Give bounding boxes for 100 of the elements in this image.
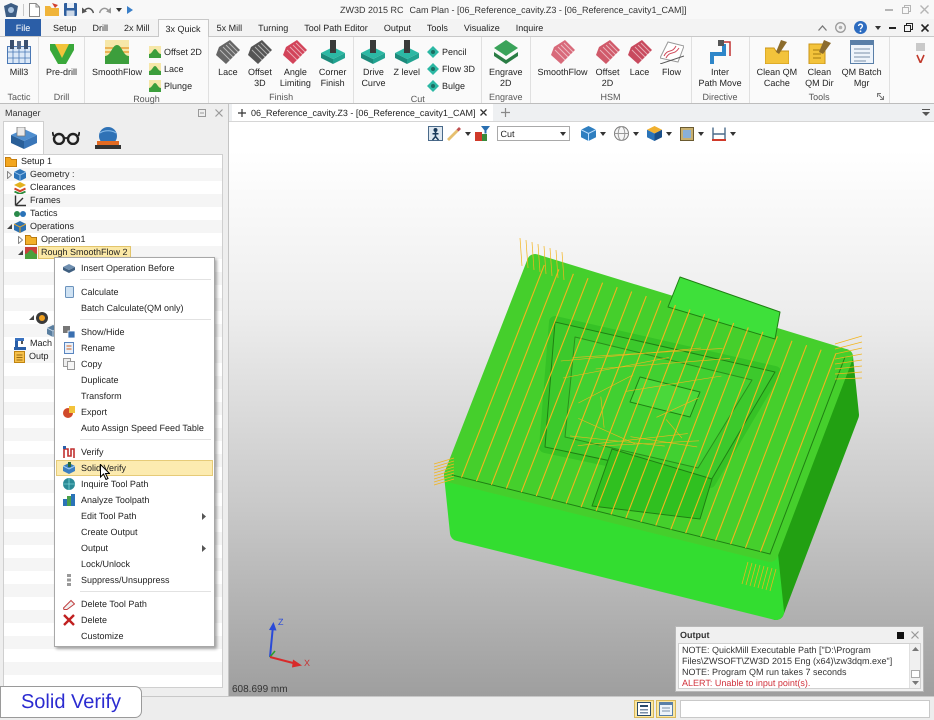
menu-item[interactable]: Customize (56, 628, 213, 644)
ribbon-tool-button[interactable]: Angle Limiting (276, 40, 315, 89)
menu-item[interactable]: Duplicate (56, 372, 213, 388)
picture-frame-icon[interactable] (680, 126, 694, 140)
ribbon-tool-button[interactable]: Offset 2D (592, 40, 624, 89)
tool-icon[interactable] (916, 43, 925, 63)
tree-item[interactable]: Operations (27, 220, 78, 233)
ribbon-tab[interactable]: Turning (250, 19, 296, 36)
overflow-menu-icon[interactable] (922, 109, 930, 116)
ring-icon[interactable] (835, 22, 846, 33)
ribbon-tab[interactable]: Setup (45, 19, 85, 36)
triangle-right-icon[interactable] (127, 6, 133, 14)
scroll-down-icon[interactable] (912, 681, 918, 685)
caret-down-icon[interactable] (600, 132, 606, 136)
new-document-icon[interactable] (29, 2, 40, 16)
ribbon-tab[interactable]: 3x Quick (158, 19, 209, 37)
caret-down-icon[interactable] (730, 132, 736, 136)
menu-item[interactable]: Analyze Toolpath (56, 492, 213, 508)
tree-item[interactable]: Operation1 (38, 233, 89, 246)
dialog-launcher-icon[interactable] (876, 93, 884, 100)
ribbon-tool-button[interactable]: Clean QM Dir (801, 40, 838, 89)
ribbon-tab[interactable]: 2x Mill (116, 19, 158, 36)
ribbon-tool-button[interactable]: Corner Finish (314, 40, 350, 89)
ribbon-tool-button[interactable]: Plunge (146, 77, 205, 94)
ribbon-tool-button[interactable]: Inter Path Move (694, 40, 746, 89)
ribbon-tool-button[interactable]: QM Batch Mgr (838, 40, 886, 89)
menu-item[interactable]: Show/Hide (56, 324, 213, 340)
ribbon-tool-button[interactable]: Pencil (424, 43, 478, 60)
command-input-field[interactable] (680, 700, 930, 718)
ribbon-tool-button[interactable]: SmoothFlow (88, 40, 146, 78)
ribbon-tab[interactable]: Inquire (508, 19, 552, 36)
tree-item[interactable]: Tactics (27, 207, 61, 220)
menu-item[interactable]: Calculate (56, 284, 213, 300)
ribbon-tab[interactable]: Tools (418, 19, 456, 36)
panel-tab[interactable] (3, 121, 44, 154)
ribbon-tool-button[interactable]: Offset 2D (146, 43, 205, 60)
filter-icon[interactable] (474, 126, 490, 141)
menu-item[interactable]: Lock/Unlock (56, 556, 213, 572)
menu-item[interactable]: Delete (56, 612, 213, 628)
undo-icon[interactable] (82, 6, 94, 14)
save-icon[interactable] (64, 3, 77, 16)
ribbon-tool-button[interactable]: Offset 3D (244, 40, 276, 89)
sphere-icon[interactable] (614, 126, 628, 141)
tree-item[interactable]: Mach (27, 337, 56, 350)
toggle-button[interactable] (656, 700, 676, 718)
person-icon[interactable] (428, 126, 442, 141)
ribbon-tool-button[interactable]: Lace (146, 60, 205, 77)
scroll-thumb[interactable] (910, 670, 920, 678)
chevron-up-icon[interactable] (818, 24, 827, 30)
ribbon-tool-button[interactable]: Lace (624, 40, 656, 78)
ribbon-tool-button[interactable]: Flow (656, 40, 688, 78)
collapsed-arrow-icon[interactable] (18, 236, 23, 244)
scrollbar[interactable] (909, 644, 920, 688)
caret-down-icon[interactable] (116, 8, 122, 12)
ribbon-tab[interactable]: Visualize (456, 19, 508, 36)
file-menu-button[interactable]: File (5, 19, 41, 36)
plus-icon[interactable] (501, 108, 510, 117)
ribbon-tool-button[interactable]: Mill3 (3, 40, 35, 78)
menu-item[interactable]: Copy (56, 356, 213, 372)
ribbon-tab[interactable]: Output (376, 19, 419, 36)
ribbon-tool-button[interactable]: Clean QM Cache (752, 40, 802, 89)
menu-item[interactable]: Suppress/Unsuppress (56, 572, 213, 588)
redo-icon[interactable] (99, 6, 111, 14)
expanded-arrow-icon[interactable] (18, 250, 23, 255)
caret-down-icon[interactable] (632, 132, 638, 136)
menu-item[interactable]: Export (56, 404, 213, 420)
ribbon-tool-button[interactable]: SmoothFlow (534, 40, 592, 78)
menu-item[interactable]: Delete Tool Path (56, 596, 213, 612)
caret-down-icon[interactable] (875, 26, 881, 30)
ribbon-tab[interactable]: Tool Path Editor (296, 19, 376, 36)
display-mode-dropdown[interactable]: Cut (496, 126, 570, 141)
menu-item[interactable]: Insert Operation Before (56, 260, 213, 276)
cube-icon[interactable] (580, 126, 596, 141)
document-tab[interactable]: 06_Reference_cavity.Z3 - [06_Reference_cavity1_CAM] (232, 104, 494, 121)
ribbon-tool-button[interactable]: Z level (389, 40, 424, 78)
ribbon-tool-button[interactable]: Bulge (424, 77, 478, 94)
app-logo-icon[interactable] (4, 2, 18, 16)
menu-item[interactable]: Batch Calculate(QM only) (56, 300, 213, 316)
caret-down-icon[interactable] (698, 132, 704, 136)
ribbon-tab[interactable]: Drill (84, 19, 116, 36)
tree-item[interactable]: Frames (27, 194, 64, 207)
menu-item[interactable]: Create Output (56, 524, 213, 540)
ribbon-tool-button[interactable]: Engrave 2D (484, 40, 527, 89)
expanded-arrow-icon[interactable] (29, 315, 34, 320)
close-icon[interactable] (480, 109, 488, 116)
ribbon-tool-button[interactable]: Flow 3D (424, 60, 478, 77)
caret-down-icon[interactable] (666, 132, 672, 136)
ribbon-tab[interactable]: 5x Mill (208, 19, 250, 36)
collapsed-arrow-icon[interactable] (7, 170, 12, 178)
minimize-icon[interactable] (889, 26, 896, 28)
menu-item[interactable]: Output (56, 540, 213, 556)
tree-item[interactable]: Outp (26, 350, 52, 363)
tree-item[interactable]: Setup 1 (18, 155, 56, 168)
menu-item[interactable]: Verify (56, 444, 213, 460)
folder-icon[interactable] (45, 3, 59, 16)
expanded-arrow-icon[interactable] (7, 224, 12, 229)
tree-item[interactable]: Geometry : (27, 168, 78, 181)
shaded-cube-icon[interactable] (646, 126, 662, 141)
menu-item[interactable]: Rename (56, 340, 213, 356)
close-icon[interactable] (921, 24, 929, 32)
